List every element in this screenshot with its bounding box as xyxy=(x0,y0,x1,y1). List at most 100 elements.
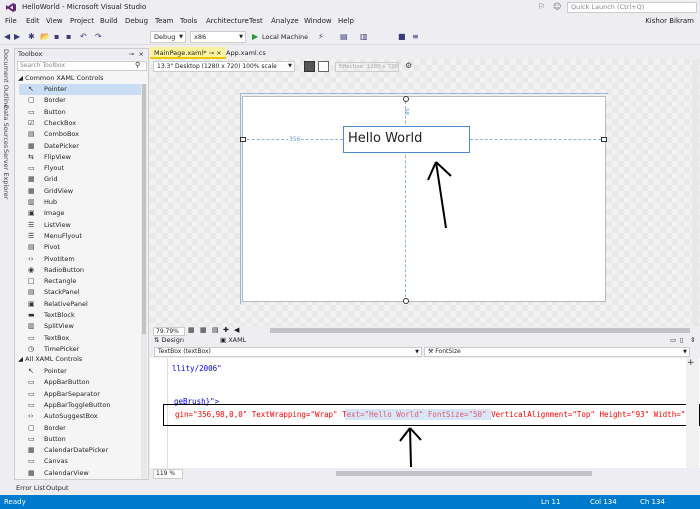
anchor-top-handle[interactable] xyxy=(403,96,409,102)
platform-dropdown[interactable]: x86 ▼ xyxy=(190,31,246,43)
tab-mainpage-xaml[interactable]: MainPage.xaml* ⊸ × xyxy=(150,47,226,59)
menu-view[interactable]: View xyxy=(46,17,63,25)
back-icon[interactable]: ◀ xyxy=(4,31,10,43)
editor-vertical-scrollbar[interactable] xyxy=(686,358,699,468)
group-common-xaml-controls[interactable]: ◢ Common XAML Controls xyxy=(18,74,104,82)
portrait-icon[interactable] xyxy=(318,61,329,72)
settings-gear-icon[interactable]: ⚙ xyxy=(405,61,412,70)
toolbox-item[interactable]: ‹› PivotItem xyxy=(19,254,141,265)
toolbox-item[interactable]: ☑ CheckBox xyxy=(19,118,141,129)
toolbox-item[interactable]: ▦ GridView xyxy=(19,186,141,197)
tab-design[interactable]: ⇅ Design xyxy=(154,336,184,344)
notification-flag-icon[interactable]: ⚐ xyxy=(538,2,545,11)
menu-help[interactable]: Help xyxy=(338,17,354,25)
add-splitter-icon[interactable]: + xyxy=(687,358,695,368)
toolbox-item[interactable]: ▤ ComboBox xyxy=(19,129,141,140)
toolbox-item[interactable]: □ Rectangle xyxy=(19,276,141,287)
toolbox-item[interactable]: ↖ Pointer xyxy=(19,84,141,95)
new-project-icon[interactable]: ✱ xyxy=(28,31,35,43)
split-horizontal-icon[interactable]: ▭ xyxy=(670,336,676,344)
menu-architecture[interactable]: Architecture xyxy=(206,17,249,25)
toolbox-item[interactable]: ↖ Pointer xyxy=(19,366,141,377)
toolbox-item[interactable]: ▦ CalendarDatePicker xyxy=(19,445,141,456)
menu-edit[interactable]: Edit xyxy=(26,17,40,25)
toolbox-item[interactable]: ▭ AppBarButton xyxy=(19,377,141,388)
anchor-right-handle[interactable] xyxy=(601,137,607,142)
menu-team[interactable]: Team xyxy=(155,17,174,25)
toolbox-scrollbar[interactable] xyxy=(141,84,147,479)
tab-data-sources[interactable]: Data Sources xyxy=(2,105,10,148)
tab-server-explorer[interactable]: Server Explorer xyxy=(2,149,10,199)
tab-error-list[interactable]: Error List xyxy=(16,484,45,492)
feedback-icon[interactable]: ☺ xyxy=(553,2,561,11)
toolbox-item[interactable]: ▭ Button xyxy=(19,434,141,445)
run-button[interactable]: Local Machine xyxy=(262,31,308,43)
open-icon[interactable]: 📂 xyxy=(40,31,50,43)
toolbox-item[interactable]: ▢ Border xyxy=(19,95,141,106)
menu-analyze[interactable]: Analyze xyxy=(271,17,299,25)
toolbox-item[interactable]: ▭ Canvas xyxy=(19,456,141,467)
menu-window[interactable]: Window xyxy=(304,17,332,25)
configuration-dropdown[interactable]: Debug ▼ xyxy=(150,31,186,43)
landscape-icon[interactable] xyxy=(304,61,315,72)
toolbox-item[interactable]: ▥ SplitView xyxy=(19,321,141,332)
toolbox-item[interactable]: ▣ Image xyxy=(19,208,141,219)
split-vertical-icon[interactable]: ▯ xyxy=(680,336,684,344)
toolbox-item[interactable]: ▦ Grid xyxy=(19,174,141,185)
anchor-bottom-handle[interactable] xyxy=(403,298,409,304)
close-icon[interactable]: × xyxy=(139,49,144,60)
grid-toggle-icon[interactable]: ▦ xyxy=(188,326,195,334)
hello-world-textbox[interactable]: Hello World xyxy=(343,126,470,153)
designer-vertical-scrollbar[interactable] xyxy=(692,60,699,326)
toolbox-item[interactable]: ▢ Border xyxy=(19,423,141,434)
forward-icon[interactable]: ▶ xyxy=(14,31,20,43)
editor-zoom-dropdown[interactable]: 119 % xyxy=(153,469,183,479)
toolbox-item[interactable]: ‹› AutoSuggestBox xyxy=(19,411,141,422)
toolbox-item[interactable]: ▭ TextBox xyxy=(19,333,141,344)
undo-icon[interactable]: ↶ xyxy=(80,31,87,43)
toolbar-icon-1[interactable]: ▤ xyxy=(340,31,348,43)
save-icon[interactable]: ▪ xyxy=(54,31,59,43)
scroll-left-icon[interactable]: ◀ xyxy=(234,326,239,334)
toolbox-item[interactable]: ▬ TextBlock xyxy=(19,310,141,321)
element-dropdown[interactable]: TextBox (textBox) ▼ xyxy=(154,347,422,357)
tab-document-outline[interactable]: Document Outline xyxy=(2,49,10,108)
toolbox-item[interactable]: ☰ MenuFlyout xyxy=(19,231,141,242)
artboard-icon[interactable]: ▤ xyxy=(212,326,219,334)
toolbox-item[interactable]: ▭ Button xyxy=(19,107,141,118)
menu-tools[interactable]: Tools xyxy=(180,17,197,25)
designer-horizontal-scrollbar[interactable] xyxy=(270,328,690,333)
toolbox-item[interactable]: ▭ Flyout xyxy=(19,163,141,174)
toolbox-item[interactable]: ◉ RadioButton xyxy=(19,265,141,276)
snap-grid-icon[interactable]: ▦ xyxy=(200,326,207,334)
editor-horizontal-scrollbar[interactable] xyxy=(336,471,592,476)
menu-build[interactable]: Build xyxy=(100,17,118,25)
toolbox-item[interactable]: ☰ ListView xyxy=(19,220,141,231)
pin-icon[interactable]: ⊸ xyxy=(129,49,134,60)
play-icon[interactable]: ▶ xyxy=(252,31,258,43)
tab-app-xaml-cs[interactable]: App.xaml.cs xyxy=(222,47,270,59)
group-all-xaml-controls[interactable]: ◢ All XAML Controls xyxy=(18,355,82,363)
toolbox-item[interactable]: ▥ Hub xyxy=(19,197,141,208)
property-dropdown[interactable]: ⚒ FontSize ▼ xyxy=(424,347,690,357)
user-name[interactable]: Kishor Bikram xyxy=(645,17,694,25)
menu-project[interactable]: Project xyxy=(70,17,94,25)
redo-icon[interactable]: ↷ xyxy=(95,31,102,43)
close-icon[interactable]: × xyxy=(216,49,221,57)
scroll-thumb[interactable] xyxy=(142,84,146,334)
toolbox-item[interactable]: ▦ CalendarView xyxy=(19,468,141,479)
toolbar-icon-2[interactable]: ▥ xyxy=(360,31,368,43)
comment-icon[interactable]: ≡ xyxy=(412,31,419,43)
collapse-pane-icon[interactable]: ⇕ xyxy=(690,336,695,344)
menu-file[interactable]: File xyxy=(5,17,17,25)
snap-lines-icon[interactable]: ✚ xyxy=(223,326,229,334)
toolbox-item[interactable]: ⇆ FlipView xyxy=(19,152,141,163)
toolbox-item[interactable]: ▦ DatePicker xyxy=(19,141,141,152)
designer-zoom-dropdown[interactable]: 79.79% xyxy=(153,327,185,336)
toolbox-item[interactable]: ▭ AppBarToggleButton xyxy=(19,400,141,411)
bookmark-icon[interactable]: ■ xyxy=(398,31,406,43)
toolbox-item[interactable]: ▤ StackPanel xyxy=(19,287,141,298)
menu-debug[interactable]: Debug xyxy=(125,17,148,25)
attach-icon[interactable]: ⚡ xyxy=(318,31,324,43)
menu-test[interactable]: Test xyxy=(249,17,263,25)
